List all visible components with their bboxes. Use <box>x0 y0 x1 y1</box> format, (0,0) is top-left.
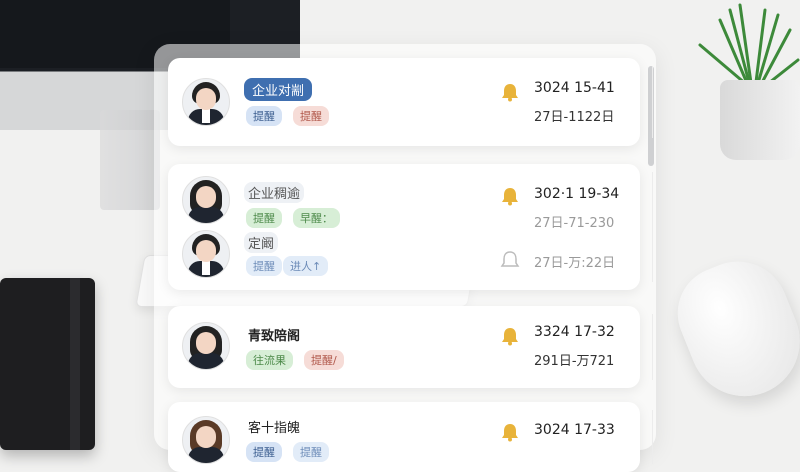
tag[interactable]: 进人↑ <box>283 256 329 276</box>
notebook-band <box>70 278 80 450</box>
bell-icon[interactable] <box>500 186 520 206</box>
mouse <box>663 246 800 413</box>
divider <box>652 172 653 282</box>
tag[interactable]: 往流果 <box>246 350 293 370</box>
notebook <box>0 278 95 450</box>
list-item[interactable]: 企业对剬 提醒 提醒 3024 15-41 27日-1122日 <box>168 58 653 146</box>
bell-outline-icon[interactable] <box>500 250 520 270</box>
bell-icon[interactable] <box>500 82 520 102</box>
contact-name[interactable]: 定阚 <box>244 232 279 253</box>
tag[interactable]: 提醒 <box>246 256 282 276</box>
avatar[interactable] <box>182 416 230 464</box>
reminder-time: 302·1 19-34 <box>534 186 620 202</box>
reminder-date: 27日-1122日 <box>534 110 615 125</box>
list-item[interactable]: 青致陪阁 往流果 提醒/ 3324 17-32 291日-万721 <box>168 306 653 388</box>
tag[interactable]: 提醒 <box>246 106 282 126</box>
list-item[interactable]: 客十指魄 提醒 提醒 3024 17-33 <box>168 402 653 472</box>
tag[interactable]: 提醒 <box>293 106 329 126</box>
divider <box>652 314 653 380</box>
reminder-time: 3324 17-32 <box>534 324 615 340</box>
avatar[interactable] <box>182 78 230 126</box>
tag[interactable]: 早醒： <box>293 208 340 228</box>
divider <box>652 410 653 464</box>
tag[interactable]: 提醒 <box>293 442 329 462</box>
list-item[interactable]: 企业稠逾 提醒 早醒： 定阚 提醒 进人↑ 302·1 19-34 27日-71… <box>168 164 653 290</box>
reminder-date: 291日-万721 <box>534 354 615 369</box>
plant-pot <box>720 80 800 160</box>
contact-name[interactable]: 企业对剬 <box>244 78 313 101</box>
tag[interactable]: 提醒 <box>246 442 282 462</box>
bell-icon[interactable] <box>500 422 520 442</box>
bell-icon[interactable] <box>500 326 520 346</box>
avatar[interactable] <box>182 176 230 224</box>
reminder-date: 27日-71-230 <box>534 216 615 231</box>
tag[interactable]: 提醒/ <box>304 350 344 370</box>
contact-name[interactable]: 企业稠逾 <box>244 182 305 203</box>
avatar[interactable] <box>182 322 230 370</box>
reminder-date: 27日-万:22日 <box>534 256 616 271</box>
avatar[interactable] <box>182 230 230 278</box>
contact-name[interactable]: 青致陪阁 <box>244 324 304 345</box>
monitor-stand <box>100 110 160 210</box>
tag[interactable]: 提醒 <box>246 208 282 228</box>
scrollbar[interactable] <box>648 66 654 166</box>
reminder-time: 3024 17-33 <box>534 422 615 438</box>
reminder-time: 3024 15-41 <box>534 80 615 96</box>
contact-name[interactable]: 客十指魄 <box>244 416 304 437</box>
divider <box>652 66 653 138</box>
